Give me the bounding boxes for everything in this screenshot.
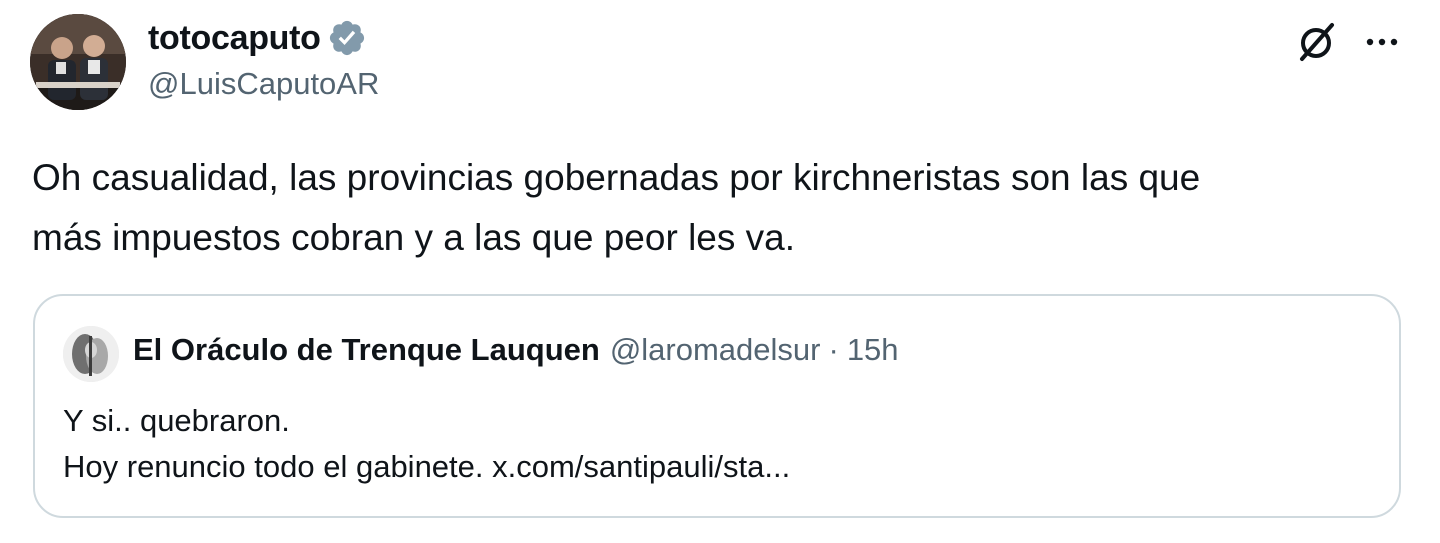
- grok-icon[interactable]: [1294, 18, 1340, 64]
- more-options-icon[interactable]: [1360, 22, 1404, 62]
- verified-badge-icon: [327, 18, 367, 58]
- tweet-text-line-1: Oh casualidad, las provincias gobernadas…: [32, 157, 1201, 198]
- quoted-text-line-1: Y si.. quebraron.: [63, 403, 290, 438]
- quoted-tweet[interactable]: El Oráculo de Trenque Lauquen @laromadel…: [33, 294, 1401, 518]
- author-name-row: totocaputo: [148, 16, 367, 60]
- tweet-text: Oh casualidad, las provincias gobernadas…: [32, 148, 1412, 268]
- quoted-separator: ·: [828, 332, 839, 367]
- quoted-handle[interactable]: @laromadelsur: [610, 332, 821, 368]
- author-handle[interactable]: @LuisCaputoAR: [148, 66, 379, 102]
- quoted-timestamp[interactable]: 15h: [847, 332, 899, 368]
- quoted-author-avatar[interactable]: [63, 326, 119, 382]
- author-avatar[interactable]: [30, 14, 126, 110]
- author-display-name[interactable]: totocaputo: [148, 19, 321, 58]
- quoted-text-line-2: Hoy renuncio todo el gabinete. x.com/san…: [63, 449, 791, 484]
- quoted-display-name[interactable]: El Oráculo de Trenque Lauquen: [133, 332, 600, 368]
- tweet-text-line-2: más impuestos cobran y a las que peor le…: [32, 217, 795, 258]
- quoted-header: El Oráculo de Trenque Lauquen @laromadel…: [133, 332, 899, 368]
- tweet-card[interactable]: totocaputo @LuisCaputoAR Oh casualidad, …: [0, 0, 1440, 543]
- quoted-text: Y si.. quebraron. Hoy renuncio todo el g…: [63, 398, 1363, 490]
